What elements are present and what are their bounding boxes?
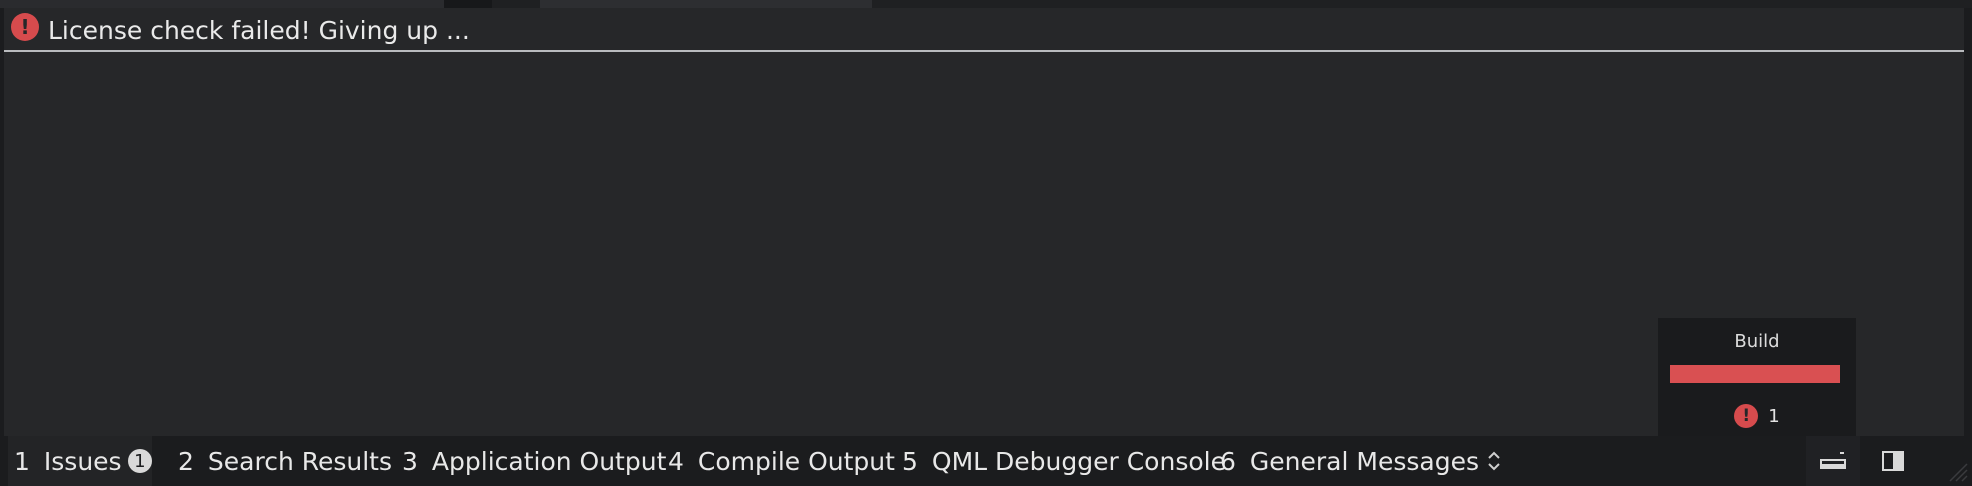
tab-number: 5 [902, 446, 918, 476]
chevron-up-down-icon[interactable] [1484, 448, 1504, 474]
tab-label: Application Output [431, 446, 667, 476]
tab-issues[interactable]: 1 Issues 1 [8, 436, 152, 486]
editor-tab-active [540, 0, 872, 8]
issues-count-badge: 1 [127, 449, 152, 473]
tab-label: Compile Output [697, 446, 895, 476]
build-progress-fill [1670, 365, 1840, 383]
tab-label: QML Debugger Console [931, 446, 1226, 476]
tab-label: General Messages [1249, 446, 1479, 476]
resize-grip-icon[interactable] [1946, 460, 1968, 482]
output-pane-window: ! License check failed! Giving up ... Bu… [0, 0, 1972, 486]
minimize-panel-icon [1820, 452, 1846, 469]
error-icon: ! [1734, 404, 1759, 428]
tab-qml-debugger-console[interactable]: 5 QML Debugger Console [902, 436, 1226, 486]
tab-label: Search Results [207, 446, 393, 476]
tab-number: 6 [1220, 446, 1236, 476]
tab-general-messages[interactable]: 6 General Messages [1220, 436, 1479, 486]
tab-number: 4 [668, 446, 684, 476]
issue-row[interactable]: ! License check failed! Giving up ... [4, 8, 1964, 52]
editor-tab-strip [0, 0, 444, 8]
sidebar-icon [1882, 451, 1904, 471]
tab-number: 1 [14, 446, 30, 476]
toggle-output-pane-button[interactable] [1806, 436, 1860, 486]
build-error-count: 1 [1768, 405, 1780, 427]
issue-text: License check failed! Giving up ... [48, 16, 470, 45]
build-progress-popup[interactable]: Build ! 1 [1658, 318, 1856, 436]
build-error-summary[interactable]: ! 1 [1658, 404, 1856, 428]
tab-search-results[interactable]: 2 Search Results [178, 436, 392, 486]
build-title: Build [1734, 331, 1780, 352]
build-progress-bar [1670, 365, 1840, 383]
tab-number: 2 [178, 446, 194, 476]
tab-label: Issues [43, 446, 122, 476]
editor-area-edge [0, 0, 1972, 8]
tab-compile-output[interactable]: 4 Compile Output [668, 436, 895, 486]
error-icon: ! [11, 13, 39, 41]
tab-application-output[interactable]: 3 Application Output [402, 436, 666, 486]
output-tab-bar: 1 Issues 1 2 Search Results 3 Applicatio… [0, 436, 1972, 486]
editor-tab-separator [444, 0, 492, 8]
tab-number: 3 [402, 446, 418, 476]
toggle-sidebar-button[interactable] [1866, 436, 1920, 486]
